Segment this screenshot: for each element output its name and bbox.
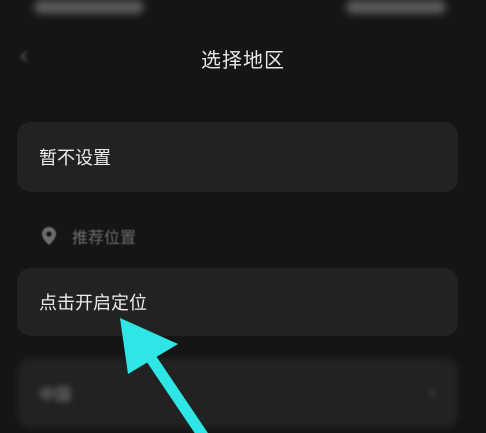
page-title: 选择地区 xyxy=(201,48,285,72)
enable-location-label: 点击开启定位 xyxy=(39,293,147,314)
location-pin-icon xyxy=(42,227,56,245)
country-label: 中国 xyxy=(39,385,72,404)
status-bar-left-blurred xyxy=(34,0,144,14)
enable-location-option[interactable]: 点击开启定位 xyxy=(17,268,458,336)
recommended-location-label: 推荐位置 xyxy=(72,228,137,247)
no-set-option[interactable]: 暂不设置 xyxy=(17,122,458,192)
recommended-location-section: 推荐位置 xyxy=(42,224,136,248)
select-region-screen: ‹ 选择地区 暂不设置 推荐位置 点击开启定位 中国 › xyxy=(0,0,486,433)
status-bar-right-blurred xyxy=(346,0,446,14)
chevron-right-icon: › xyxy=(428,382,436,404)
country-option[interactable]: 中国 › xyxy=(17,358,458,428)
no-set-label: 暂不设置 xyxy=(39,148,111,169)
status-bar xyxy=(0,0,486,26)
